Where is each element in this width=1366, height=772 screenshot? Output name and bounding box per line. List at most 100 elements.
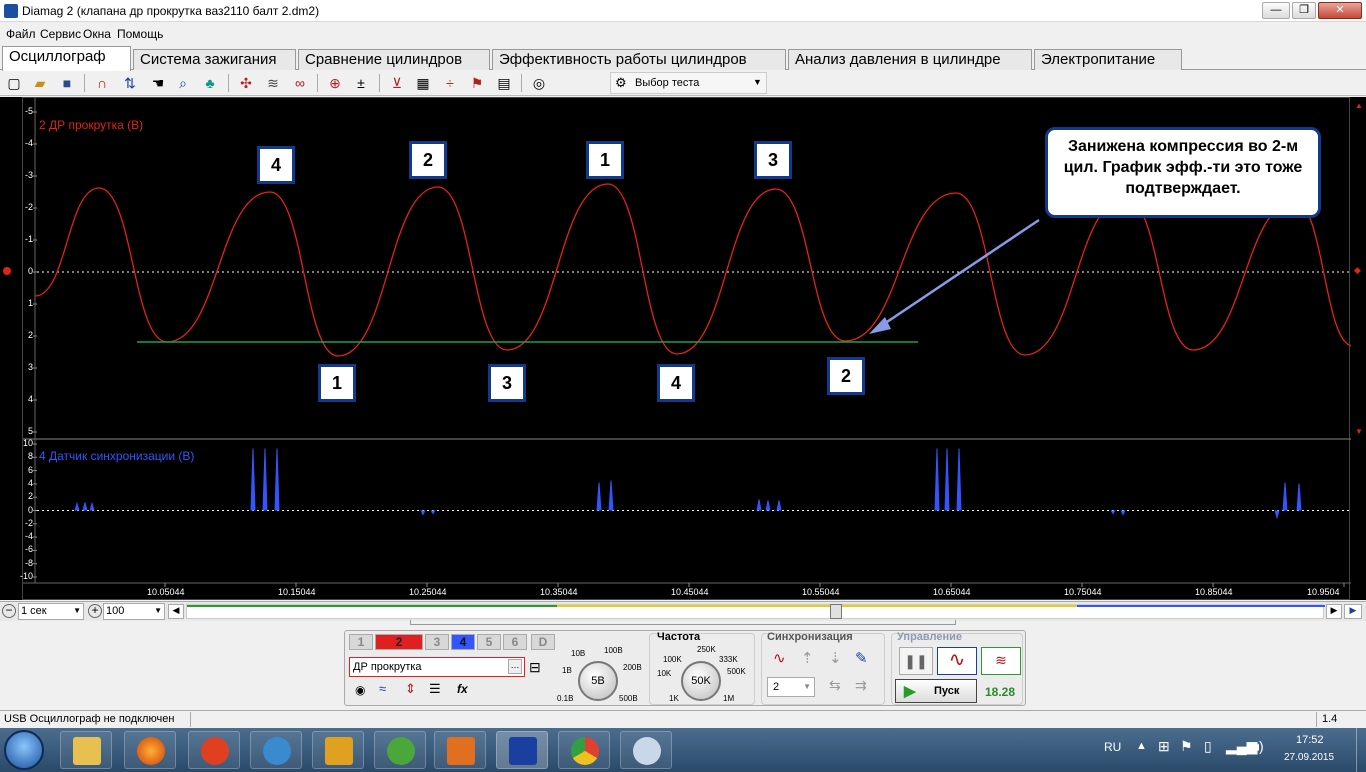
lines-icon[interactable]: ☰ [429,681,441,697]
play-end-icon[interactable]: ▶ [1344,604,1362,619]
taskbar-firefox-icon[interactable] [124,731,176,769]
show-desktop-button[interactable] [1356,728,1366,772]
taskbar-explorer-icon[interactable] [60,731,112,769]
time-scale-select[interactable]: 1 сек ▼ [18,603,84,620]
measure-icon[interactable]: ⇅ [120,73,140,93]
oscilloscope-view[interactable]: 2 ДР прокрутка (В) 4 Датчик синхронизаци… [20,97,1351,600]
scroll-left-icon[interactable]: ◀ [168,604,184,619]
voltage-knob[interactable]: 5В [578,661,618,701]
open-icon[interactable]: ▰ [30,73,50,93]
taskbar-media-icon[interactable] [434,731,486,769]
taskbar-paint-icon[interactable] [620,731,672,769]
test-select[interactable]: ⚙ Выбор теста ▼ [610,72,767,94]
zoom-out-icon[interactable]: − [2,604,16,618]
tab-cylinder-efficiency[interactable]: Эффективность работы цилиндров [492,49,786,70]
channel-3-button[interactable]: 3 [425,634,449,650]
channel-name-value: ДР прокрутка [353,661,422,673]
level-marker-icon[interactable]: ◆ [1354,265,1361,276]
channel-5-button[interactable]: 5 [477,634,501,650]
scroll-up-icon[interactable]: ▲ [1355,101,1363,110]
tab-oscilloscope[interactable]: Осциллограф [2,46,131,71]
channel-zero-marker[interactable] [3,267,11,275]
timeline-thumb[interactable] [830,604,842,619]
flag-tray-icon[interactable]: ⚑ [1180,738,1193,755]
tab-pressure-analysis[interactable]: Анализ давления в цилиндре [788,49,1032,70]
panel-collapse-handle[interactable] [410,620,956,625]
wave-icon[interactable]: ≋ [263,73,283,93]
wave-filter-icon[interactable]: ≈ [379,681,386,696]
battery-icon[interactable]: ▯ [1204,738,1212,755]
hand-icon[interactable]: ☚ [148,73,168,93]
tab-power[interactable]: Электропитание [1034,49,1182,70]
minimize-button[interactable]: — [1262,2,1290,19]
points-select[interactable]: 100 ▼ [103,603,165,620]
sync-level-icon[interactable]: ⇆ [829,677,841,694]
channel-1-button[interactable]: 1 [349,634,373,650]
menu-service[interactable]: Сервис [40,27,81,41]
menu-windows[interactable]: Окна [83,27,111,41]
scroll-right-icon[interactable]: ▶ [1326,604,1342,619]
sync-up-icon[interactable]: ⇡ [801,649,814,667]
auto-icon[interactable]: ⊕ [325,73,345,93]
taskbar-diamag-icon[interactable] [496,731,548,769]
menu-file[interactable]: Файл [6,27,36,41]
taskbar-utorrent-icon[interactable] [374,731,426,769]
sync-manual-icon[interactable]: ✎ [855,649,868,667]
channel-6-button[interactable]: 6 [503,634,527,650]
doc-icon[interactable]: ▤ [494,73,514,93]
channel-d-button[interactable]: D [531,634,555,650]
sync-shift-icon[interactable]: ⇉ [855,677,867,694]
channel-name-field[interactable]: ДР прокрутка … [349,657,525,677]
sync-icon[interactable]: ✣ [236,73,256,93]
zero-icon[interactable]: ± [351,73,371,93]
split-icon[interactable]: ÷ [440,73,460,93]
clock-date[interactable]: 27.09.2015 [1284,752,1334,763]
close-button[interactable]: ✕ [1318,2,1362,19]
table-icon[interactable]: ▦ [413,73,433,93]
zoom-in-icon[interactable]: + [88,604,102,618]
more-icon[interactable]: … [508,659,522,674]
channel-4-button[interactable]: 4 [451,634,475,650]
new-icon[interactable]: ▢ [4,73,24,93]
probe-icon[interactable]: ⊟ [529,659,541,676]
start-menu-icon[interactable] [4,730,44,770]
taskbar-apps-icon[interactable] [312,731,364,769]
offset-icon[interactable]: ⇕ [405,681,416,697]
sync-rise-icon[interactable]: ∿ [773,649,786,667]
tray-expand-icon[interactable]: ▲ [1136,740,1147,752]
save-icon[interactable]: ■ [57,73,77,93]
timeline-track[interactable] [186,604,1325,619]
pause-icon[interactable]: ❚❚ [899,647,933,675]
tab-cylinder-compare[interactable]: Сравнение цилиндров [298,49,490,70]
eye-icon[interactable]: ◉ [355,683,365,697]
menu-help[interactable]: Помощь [117,27,163,41]
sync-down-icon[interactable]: ⇣ [829,649,842,667]
auto-test-icon[interactable]: ◎ [529,73,549,93]
function-icon[interactable]: fx [457,682,468,696]
language-indicator[interactable]: RU [1104,740,1121,754]
tree-icon[interactable]: ♣ [200,73,220,93]
frequency-knob[interactable]: 50K [681,661,721,701]
scroll-down-icon[interactable]: ▼ [1355,427,1363,436]
flag-icon[interactable]: ⚑ [467,73,487,93]
zoom-icon[interactable]: ⌕ [173,73,193,93]
y-axis-label-bottom: 4 [27,477,33,488]
taskbar-k-icon[interactable] [250,731,302,769]
network-icon[interactable]: ⊞ [1158,738,1170,755]
taskbar-lightning-icon[interactable] [188,731,240,769]
tab-ignition[interactable]: Система зажигания [133,49,296,70]
start-button[interactable]: ▶ Пуск [895,679,977,703]
single-wave-icon[interactable]: ∿ [937,647,977,675]
clock-time[interactable]: 17:52 [1296,734,1324,746]
channel-2-button[interactable]: 2 [375,634,423,650]
filter-icon[interactable]: ⊻ [387,73,407,93]
frequency-scale-label: 10K [657,669,672,678]
y-axis-label-bottom: -4 [24,531,33,542]
continuous-wave-icon[interactable]: ≋ [981,647,1021,675]
volume-icon[interactable]: ◂) [1252,738,1264,755]
sync-channel-select[interactable]: 2 ▼ [767,677,815,697]
taskbar-chrome-icon[interactable] [558,731,610,769]
spectrum-icon[interactable]: ∞ [290,73,310,93]
cursor-icon[interactable]: ∩ [92,73,112,93]
maximize-button[interactable]: ❐ [1292,2,1316,19]
